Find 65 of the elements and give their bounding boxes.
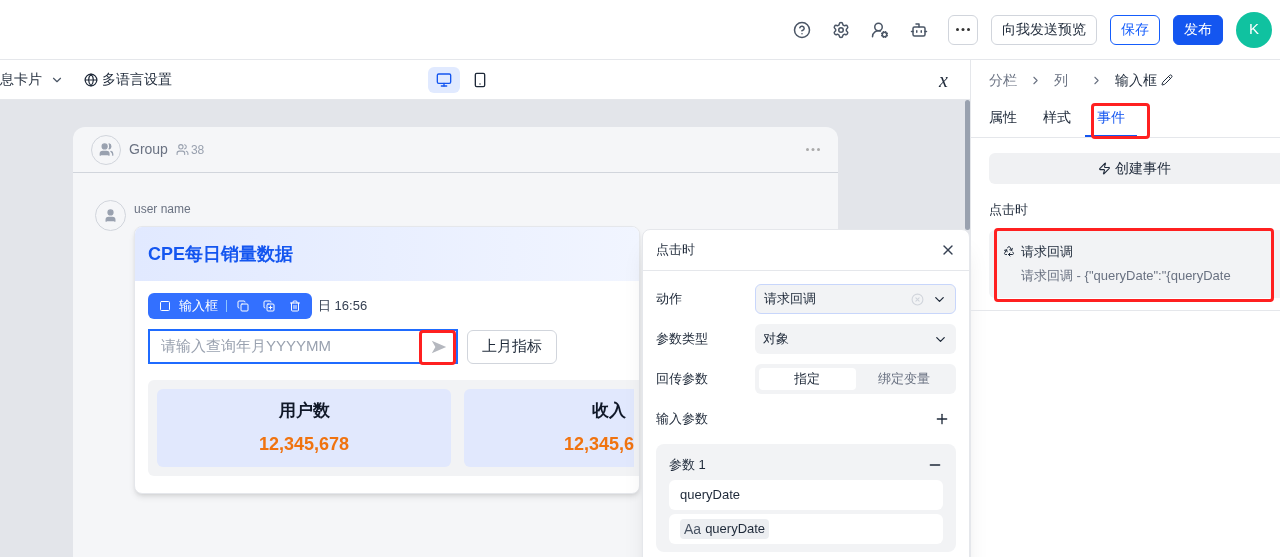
more-button[interactable]	[948, 14, 978, 45]
highlight-frame	[1091, 103, 1150, 139]
metric-label: 收入	[592, 399, 626, 422]
duplicate-icon[interactable]	[263, 300, 275, 312]
segment-option[interactable]: 绑定变量	[855, 368, 952, 390]
breadcrumb-item[interactable]: 输入框	[1115, 69, 1157, 91]
field-label: 回传参数	[656, 370, 709, 389]
metric-value: 12,345,678	[258, 433, 350, 457]
event-detail: 请求回调 - {"queryDate":"{queryDate	[1020, 267, 1232, 285]
highlight-frame	[419, 330, 456, 365]
more-icon	[956, 28, 970, 31]
header-button[interactable]: 发布	[1173, 14, 1223, 45]
message-title: CPE每日销量数据	[148, 242, 293, 266]
sender-name: user name	[134, 201, 192, 218]
segment-option[interactable]: 指定	[759, 368, 856, 390]
text-type-symbol: Aa	[684, 519, 702, 539]
field-label: 参数类型	[656, 330, 709, 349]
param-value-field[interactable]: Aa queryDate	[669, 514, 943, 544]
language-settings-link[interactable]: 多语言设置	[102, 69, 172, 90]
desktop-icon	[436, 71, 452, 88]
metric-value: 12,345,6	[563, 433, 634, 457]
callback-icon	[1003, 245, 1015, 258]
user-settings-icon[interactable]	[871, 20, 889, 39]
robot-icon[interactable]	[910, 20, 928, 39]
field-label: 动作	[656, 290, 683, 309]
card-type-label[interactable]: 息卡片	[0, 69, 42, 90]
action-select[interactable]: 请求回调	[755, 284, 956, 314]
section-label: 点击时	[989, 201, 1029, 219]
create-event-button[interactable]: 创建事件	[989, 153, 1280, 184]
header-button[interactable]: 向我发送预览	[991, 14, 1097, 45]
timestamp: 日 16:56	[318, 298, 368, 313]
query-input[interactable]: 请输入查询年月YYYYMM	[148, 329, 458, 364]
delete-icon[interactable]	[289, 300, 301, 312]
desktop-mode-button[interactable]	[428, 66, 460, 93]
breadcrumb-item[interactable]: 列	[1054, 69, 1068, 91]
popover-title: 点击时	[656, 241, 695, 260]
breadcrumb-item[interactable]: 分栏	[989, 69, 1017, 91]
add-icon[interactable]	[934, 411, 950, 427]
query-input-field[interactable]: 请输入查询年月YYYYMM	[161, 335, 430, 358]
param-title: 参数 1	[669, 456, 707, 475]
param-type-select[interactable]: 对象	[755, 324, 956, 354]
variable-name: queryDate	[705, 520, 766, 539]
variable-symbol[interactable]: x	[939, 64, 948, 95]
event-title: 请求回调	[1021, 242, 1073, 261]
mobile-icon	[472, 71, 488, 88]
group-name: Group	[129, 140, 168, 159]
globe-icon	[84, 72, 98, 87]
input-icon	[159, 300, 171, 312]
event-item[interactable]: 请求回调 请求回调 - {"queryDate":"{queryDate	[989, 229, 1280, 298]
field-label: 输入参数	[656, 410, 709, 429]
members-icon	[175, 143, 189, 156]
copy-icon[interactable]	[237, 300, 249, 312]
header-button[interactable]: 保存	[1110, 14, 1160, 45]
help-icon[interactable]	[793, 20, 811, 39]
settings-icon[interactable]	[832, 20, 850, 39]
lightning-icon	[1098, 162, 1111, 175]
panel-tab[interactable]: 属性	[989, 100, 1029, 137]
panel-tab[interactable]: 事件	[1085, 100, 1137, 137]
member-count: 38	[190, 141, 205, 159]
metric-label: 用户数	[278, 399, 330, 422]
last-month-button[interactable]: 上月指标	[467, 329, 557, 364]
edit-icon[interactable]	[1161, 74, 1173, 86]
component-name: 输入框	[179, 297, 218, 316]
panel-tab[interactable]: 样式	[1031, 100, 1083, 137]
param-name-field[interactable]: queryDate	[669, 480, 943, 510]
